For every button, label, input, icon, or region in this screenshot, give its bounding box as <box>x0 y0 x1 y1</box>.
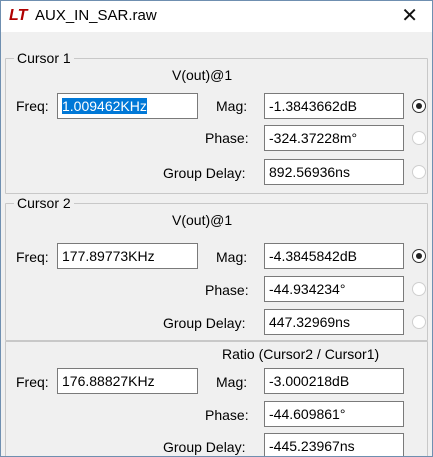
cursor1-mag-field[interactable]: -1.3843662dB <box>264 93 404 119</box>
cursor1-freq-field[interactable]: 1.009462KHz <box>57 93 198 119</box>
ratio-group: Ratio (Cursor2 / Cursor1) Freq: 176.8882… <box>5 341 428 456</box>
cursor1-group: Cursor 1 V(out)@1 Freq: 1.009462KHz Mag:… <box>5 50 428 194</box>
cursor2-phase-field[interactable]: -44.934234° <box>264 276 404 302</box>
ratio-gd-field[interactable]: -445.23967ns <box>264 433 404 456</box>
ratio-gd-label: Group Delay: <box>163 439 246 455</box>
cursor2-group: Cursor 2 V(out)@1 Freq: 177.89773KHz Mag… <box>5 195 428 341</box>
cursor1-group-label: Cursor 1 <box>14 50 74 66</box>
cursor2-gd-label: Group Delay: <box>163 315 246 331</box>
cursor2-freq-label: Freq: <box>16 249 49 265</box>
ratio-freq-field[interactable]: 176.88827KHz <box>57 368 198 394</box>
cursor1-phase-field[interactable]: -324.37228m° <box>264 125 404 151</box>
cursor2-trace-label: V(out)@1 <box>172 212 233 228</box>
cursor2-gd-radio[interactable] <box>412 315 426 329</box>
cursor2-phase-label: Phase: <box>205 282 249 298</box>
cursor2-group-label: Cursor 2 <box>14 195 74 211</box>
title-bar[interactable]: LT AUX_IN_SAR.raw ✕ <box>1 1 432 32</box>
ratio-mag-field[interactable]: -3.000218dB <box>264 368 404 394</box>
ltspice-logo-icon: LT <box>9 7 28 24</box>
ratio-phase-label: Phase: <box>205 407 249 423</box>
cursor1-mag-label: Mag: <box>216 98 248 114</box>
ratio-freq-label: Freq: <box>16 374 49 390</box>
ratio-phase-field[interactable]: -44.609861° <box>264 401 404 427</box>
cursor1-freq-value: 1.009462KHz <box>62 98 147 114</box>
cursor1-gd-field[interactable]: 892.56936ns <box>264 159 404 185</box>
cursor1-mag-radio[interactable] <box>412 99 426 113</box>
cursor1-phase-label: Phase: <box>205 130 249 146</box>
cursor2-mag-radio[interactable] <box>412 249 426 263</box>
close-icon[interactable]: ✕ <box>401 5 418 27</box>
cursor2-gd-field[interactable]: 447.32969ns <box>264 309 404 335</box>
cursor2-mag-field[interactable]: -4.3845842dB <box>264 243 404 269</box>
ratio-header-label: Ratio (Cursor2 / Cursor1) <box>222 346 380 362</box>
cursor2-mag-label: Mag: <box>216 249 248 265</box>
cursor1-phase-radio[interactable] <box>412 131 426 145</box>
cursor2-freq-field[interactable]: 177.89773KHz <box>57 243 198 269</box>
cursor2-phase-radio[interactable] <box>412 282 426 296</box>
cursor1-gd-label: Group Delay: <box>163 165 246 181</box>
cursor1-trace-label: V(out)@1 <box>172 67 233 83</box>
cursor1-freq-label: Freq: <box>16 98 49 114</box>
window-title: AUX_IN_SAR.raw <box>35 7 157 24</box>
ratio-mag-label: Mag: <box>216 374 248 390</box>
cursor-window: LT AUX_IN_SAR.raw ✕ Cursor 1 V(out)@1 Fr… <box>0 0 433 457</box>
cursor1-gd-radio[interactable] <box>412 165 426 179</box>
